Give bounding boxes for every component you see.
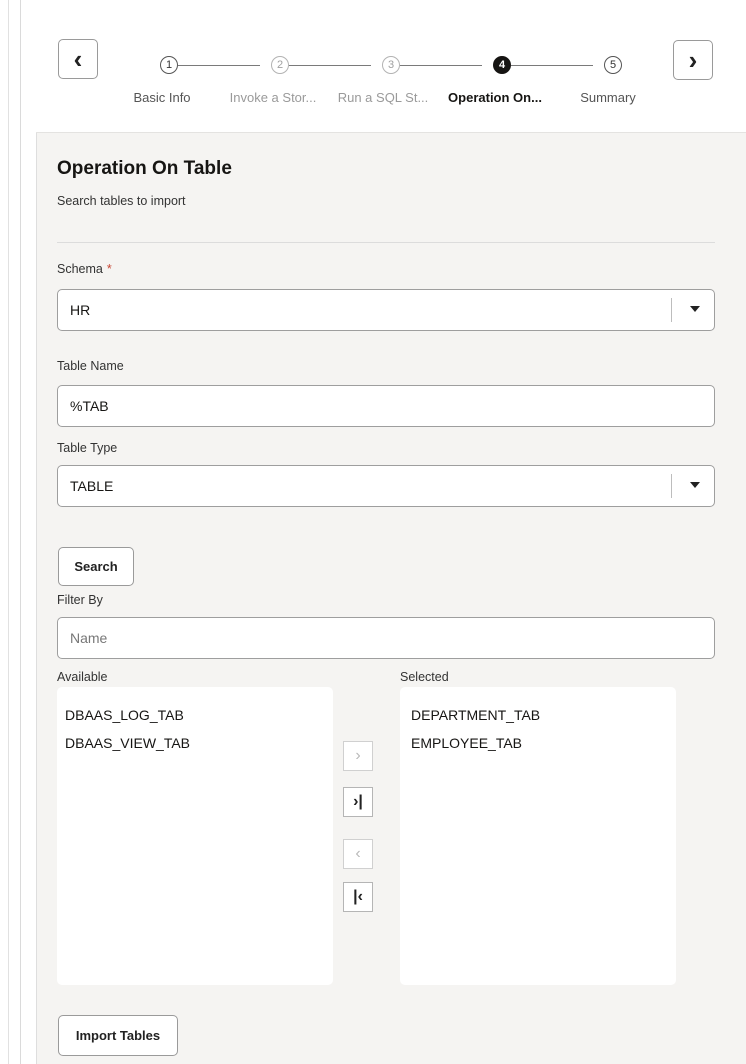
page-title: Operation On Table [57,158,232,179]
move-right-button[interactable]: › [343,741,373,771]
train-step-5-marker[interactable]: 5 [604,56,622,74]
train-step-4-label[interactable]: Operation On... [448,90,542,105]
chevron-down-icon[interactable] [690,482,700,488]
wizard-train: ‹ › 1 2 3 4 5 Basic Info Invoke a Stor..… [36,0,746,133]
list-item[interactable]: DEPARTMENT_TAB [400,701,676,729]
schema-label: Schema * [57,262,112,276]
train-connector [178,65,260,66]
train-step-2-label[interactable]: Invoke a Stor... [230,90,317,105]
list-item[interactable]: DBAAS_LOG_TAB [57,701,333,729]
chevron-left-icon: ‹ [73,43,83,74]
table-type-select-value: TABLE [70,478,114,494]
required-indicator: * [106,262,112,276]
schema-label-text: Schema [57,262,103,276]
train-connector [511,65,593,66]
table-name-field[interactable] [57,385,715,427]
chevron-down-icon[interactable] [690,306,700,312]
import-tables-button[interactable]: Import Tables [58,1015,178,1056]
gutter-divider [20,0,21,1064]
filter-field[interactable] [57,617,715,659]
chevron-right-icon: › [355,747,361,764]
section-divider [57,242,715,243]
filter-input[interactable] [70,630,670,646]
table-type-select[interactable]: TABLE [57,465,715,507]
train-step-4-marker[interactable]: 4 [493,56,511,74]
schema-select-value: HR [70,302,91,318]
table-name-label: Table Name [57,359,124,373]
table-type-label: Table Type [57,441,118,455]
selected-label: Selected [400,670,449,684]
select-separator [671,298,672,322]
double-chevron-left-icon: |‹ [353,888,363,905]
move-left-button[interactable]: ‹ [343,839,373,869]
filter-by-label: Filter By [57,593,103,607]
search-button[interactable]: Search [58,547,134,586]
train-step-3-marker[interactable]: 3 [382,56,400,74]
train-connector [400,65,482,66]
table-name-input[interactable] [70,398,670,414]
page-subtitle: Search tables to import [57,194,186,208]
list-item[interactable]: DBAAS_VIEW_TAB [57,729,333,757]
next-step-button[interactable]: › [673,40,713,80]
train-step-2-marker[interactable]: 2 [271,56,289,74]
list-item[interactable]: EMPLOYEE_TAB [400,729,676,757]
move-all-left-button[interactable]: |‹ [343,882,373,912]
train-connector [289,65,371,66]
double-chevron-right-icon: ›| [353,793,363,810]
train-step-3-label[interactable]: Run a SQL St... [338,90,429,105]
previous-step-button[interactable]: ‹ [58,39,98,79]
train-step-5-label[interactable]: Summary [580,90,636,105]
schema-select[interactable]: HR [57,289,715,331]
chevron-right-icon: › [688,44,698,75]
train-step-1-marker[interactable]: 1 [160,56,178,74]
chevron-left-icon: ‹ [355,845,361,862]
selected-list[interactable]: DEPARTMENT_TAB EMPLOYEE_TAB [400,687,676,985]
available-list[interactable]: DBAAS_LOG_TAB DBAAS_VIEW_TAB [57,687,333,985]
select-separator [671,474,672,498]
window-left-border [0,0,9,1064]
train-step-1-label[interactable]: Basic Info [133,90,190,105]
available-label: Available [57,670,108,684]
move-all-right-button[interactable]: ›| [343,787,373,817]
